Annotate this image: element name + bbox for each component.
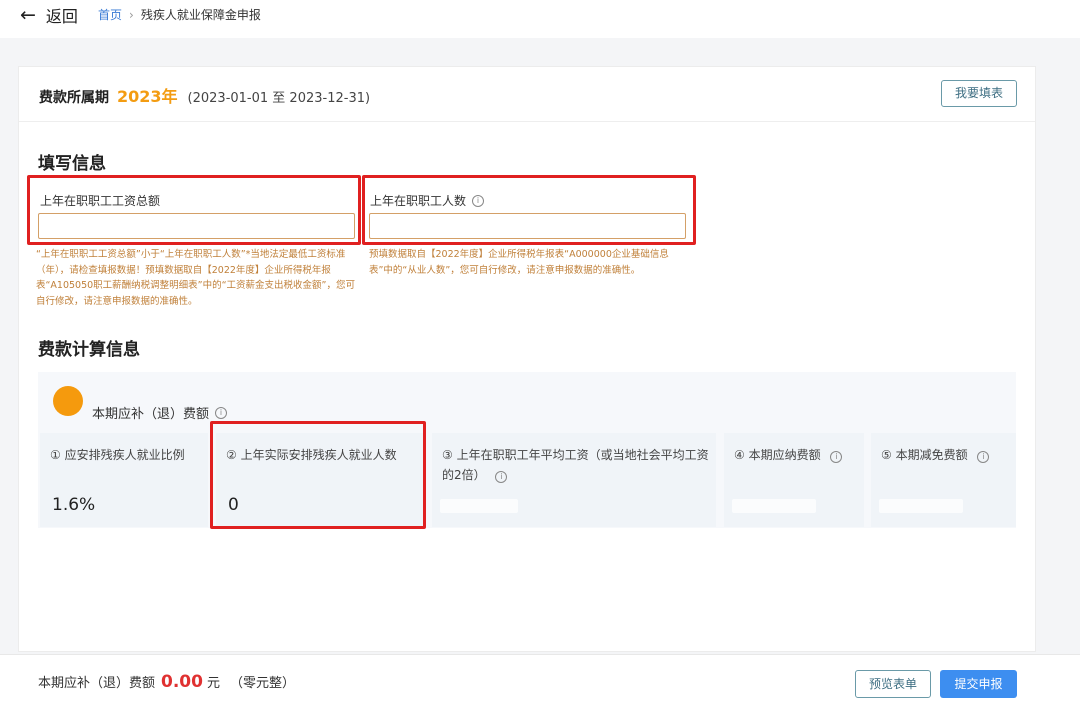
- headcount-hint: 预填数据取自【2022年度】企业所得税年报表“A000000企业基础信息表”中的…: [369, 249, 669, 276]
- card-label-text: ④ 本期应纳费额: [734, 448, 821, 462]
- card-label-text: ③ 上年在职职工年平均工资（或当地社会平均工资的2倍）: [442, 448, 709, 482]
- chevron-right-icon: ›: [129, 7, 134, 22]
- card-value: 0: [228, 495, 239, 515]
- redacted-value: [440, 499, 518, 513]
- redacted-value: [732, 499, 816, 513]
- preview-button[interactable]: 预览表单: [855, 670, 931, 698]
- calc-section-title: 费款计算信息: [38, 340, 140, 360]
- fill-form-button[interactable]: 我要填表: [941, 80, 1017, 107]
- wage-total-label: 上年在职职工工资总额: [40, 192, 160, 209]
- info-icon[interactable]: i: [215, 406, 228, 419]
- footer-amount: 0.00: [161, 672, 203, 692]
- card-label: ② 上年实际安排残疾人就业人数: [226, 448, 397, 462]
- footer-bar: 本期应补（退）费额 0.00 元 （零元整） 预览表单 提交申报: [0, 654, 1080, 713]
- card-label: ⑤ 本期减免费额 i: [881, 445, 1016, 465]
- wage-total-label-text: 上年在职职工工资总额: [40, 194, 161, 208]
- fill-section-title: 填写信息: [38, 154, 106, 174]
- submit-button[interactable]: 提交申报: [940, 670, 1017, 698]
- back-button[interactable]: ← 返回: [20, 3, 78, 27]
- period-row: 费款所属期 2023年 (2023-01-01 至 2023-12-31): [39, 83, 370, 107]
- main-panel: 费款所属期 2023年 (2023-01-01 至 2023-12-31) 我要…: [18, 66, 1036, 652]
- card-value: 1.6%: [52, 495, 96, 515]
- info-icon[interactable]: i: [472, 194, 485, 207]
- card-label: ④ 本期应纳费额 i: [734, 445, 864, 465]
- period-label: 费款所属期: [39, 90, 109, 106]
- top-bar: ← 返回 首页 › 残疾人就业保障金申报: [0, 0, 1080, 38]
- footer-summary-label: 本期应补（退）费额: [38, 676, 156, 691]
- calc-summary-label: 本期应补（退）费额: [92, 407, 210, 422]
- footer-amount-words: （零元整）: [229, 676, 295, 691]
- period-year: 2023年: [117, 87, 178, 106]
- headcount-label: 上年在职职工人数 i: [370, 192, 485, 209]
- redacted-value: [879, 499, 963, 513]
- info-icon[interactable]: i: [495, 471, 508, 483]
- footer-unit: 元: [206, 676, 220, 691]
- period-range: (2023-01-01 至 2023-12-31): [187, 91, 371, 106]
- breadcrumb-current: 残疾人就业保障金申报: [140, 8, 261, 22]
- calc-card-disabled-employees: ② 上年实际安排残疾人就业人数 0: [216, 433, 426, 527]
- wage-total-hint: “上年在职职工工资总额”小于“上年在职职工人数”*当地法定最低工资标准（年），请…: [36, 249, 355, 307]
- calc-card-ratio: ① 应安排残疾人就业比例 1.6%: [40, 433, 208, 527]
- calc-summary-title: 本期应补（退）费额 i: [92, 403, 228, 422]
- status-dot-icon: [53, 386, 83, 416]
- calc-card-reduction: ⑤ 本期减免费额 i: [871, 433, 1016, 527]
- wage-total-input[interactable]: [38, 213, 355, 239]
- calc-card-average-wage: ③ 上年在职职工年平均工资（或当地社会平均工资的2倍） i: [432, 433, 716, 527]
- info-icon[interactable]: i: [830, 451, 843, 463]
- card-label-text: ⑤ 本期减免费额: [881, 448, 968, 462]
- breadcrumb-home-link[interactable]: 首页: [98, 6, 122, 23]
- calc-card-payable: ④ 本期应纳费额 i: [724, 433, 864, 527]
- info-icon[interactable]: i: [977, 451, 990, 463]
- arrow-left-icon: ←: [20, 4, 36, 26]
- divider: [19, 121, 1035, 122]
- breadcrumb: 首页 › 残疾人就业保障金申报: [98, 6, 261, 23]
- headcount-label-text: 上年在职职工人数: [370, 194, 467, 208]
- footer-summary: 本期应补（退）费额 0.00 元 （零元整）: [38, 672, 295, 692]
- back-label: 返回: [45, 7, 78, 26]
- headcount-input[interactable]: [369, 213, 686, 239]
- card-label: ① 应安排残疾人就业比例: [50, 448, 185, 462]
- card-label: ③ 上年在职职工年平均工资（或当地社会平均工资的2倍） i: [442, 445, 710, 485]
